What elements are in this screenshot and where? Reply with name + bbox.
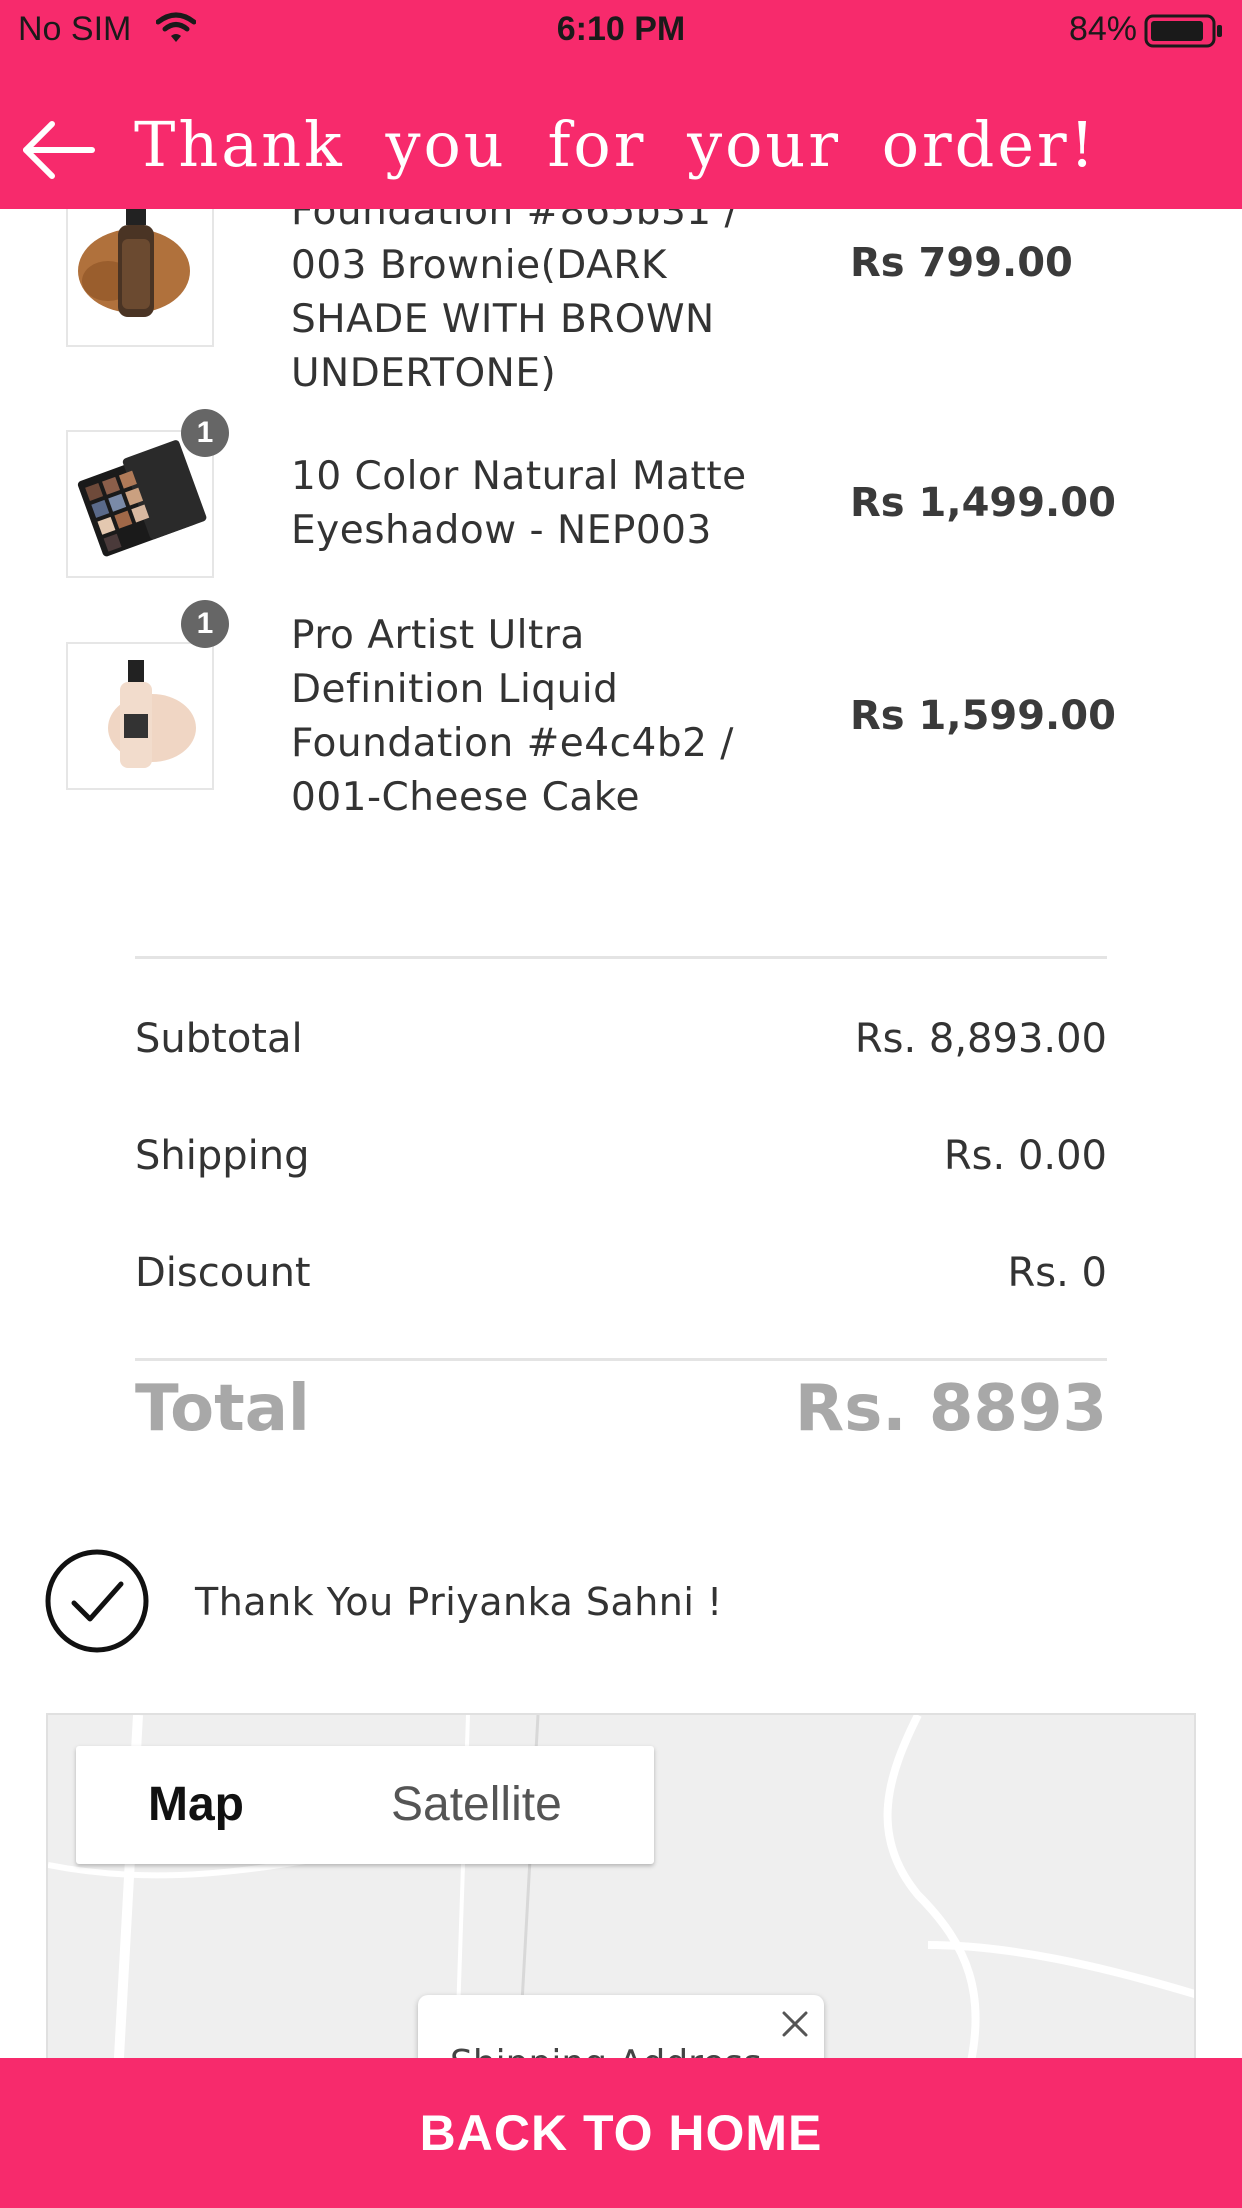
- total-label: Total: [135, 1372, 310, 1446]
- item-2-price: Rs 1,499.00: [850, 480, 1116, 526]
- map-type-toggle: Map Satellite: [76, 1746, 654, 1864]
- battery-percent: 84%: [1068, 10, 1137, 48]
- item-3-name-line: 001-Cheese Cake: [291, 775, 640, 820]
- item-3-name-line: Definition Liquid: [291, 667, 619, 712]
- battery-icon: [1144, 14, 1224, 52]
- quantity-badge: 1: [181, 409, 229, 457]
- page-title: Thank you for your order!: [134, 108, 1098, 181]
- shipping-value: Rs. 0.00: [943, 1133, 1107, 1179]
- item-3-name: Pro Artist Ultra Definition Liquid Found…: [291, 609, 811, 825]
- item-1-name: Foundation #865b31 / 003 Brownie(DARK SH…: [291, 185, 811, 413]
- subtotal-value: Rs. 8,893.00: [854, 1016, 1107, 1062]
- item-1-name-line: SHADE WITH BROWN: [291, 297, 715, 342]
- close-icon[interactable]: [778, 2007, 812, 2041]
- item-2-name-line: Eyeshadow - NEP003: [291, 508, 712, 553]
- item-1-name-line: UNDERTONE): [291, 351, 557, 396]
- item-2-name: 10 Color Natural Matte Eyeshadow - NEP00…: [291, 450, 811, 558]
- map-view-button[interactable]: Map: [148, 1746, 244, 1864]
- checkmark-circle-icon: [44, 1548, 150, 1654]
- discount-label: Discount: [135, 1250, 311, 1296]
- back-arrow-icon: [23, 121, 95, 179]
- thank-you-message: Thank You Priyanka Sahni !: [195, 1580, 723, 1624]
- status-bar: No SIM 6:10 PM 84%: [0, 0, 1242, 62]
- divider: [135, 956, 1107, 959]
- quantity-badge: 1: [181, 600, 229, 648]
- satellite-view-button[interactable]: Satellite: [391, 1746, 562, 1864]
- item-2-name-line: 10 Color Natural Matte: [291, 454, 747, 499]
- item-1-name-line: 003 Brownie(DARK: [291, 243, 667, 288]
- header-background: No SIM 6:10 PM 84% Thank you for your or…: [0, 0, 1242, 209]
- subtotal-label: Subtotal: [135, 1016, 303, 1062]
- product-image: [66, 197, 214, 347]
- product-image: [66, 642, 214, 790]
- status-time: 6:10 PM: [556, 10, 686, 48]
- item-3-name-line: Pro Artist Ultra: [291, 613, 585, 658]
- discount-value: Rs. 0: [1007, 1250, 1107, 1296]
- back-to-home-button[interactable]: BACK TO HOME: [0, 2058, 1242, 2208]
- item-3-name-line: Foundation #e4c4b2 /: [291, 721, 734, 766]
- item-1-price: Rs 799.00: [850, 240, 1073, 286]
- item-3-price: Rs 1,599.00: [850, 693, 1116, 739]
- total-value: Rs. 8893: [794, 1372, 1107, 1446]
- back-button[interactable]: [20, 118, 100, 182]
- divider: [135, 1358, 1107, 1361]
- shipping-label: Shipping: [135, 1133, 310, 1179]
